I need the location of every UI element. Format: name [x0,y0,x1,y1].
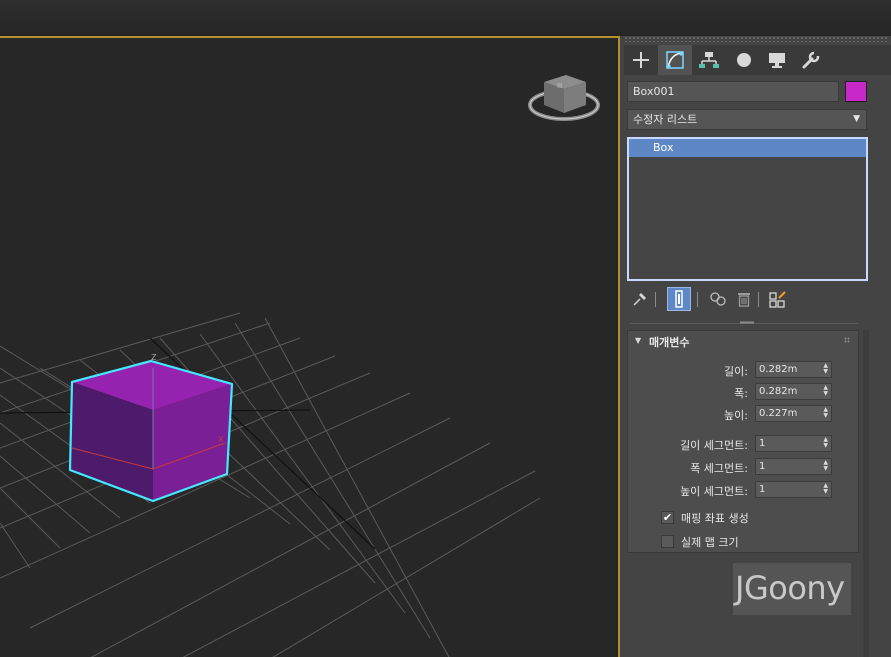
dropdown-arrow-icon: ▼ [853,114,860,124]
divider-grip[interactable] [740,321,754,324]
pin-stack-button[interactable] [628,287,652,311]
width-segments-value: 1 [759,461,766,472]
length-value: 0.282m [759,364,798,375]
make-unique-icon [710,292,726,306]
toolbar-separator [655,292,656,307]
width-spinner[interactable]: 0.282m ▲ ▼ [755,383,832,400]
parameters-rollout: ▼ 매개변수 길이: 0.282m ▲ ▼ 폭: 0.282m ▲ ▼ 높이: 0.… [627,330,859,553]
display-tab[interactable] [760,45,794,75]
real-world-map-size-label: 실제 맵 크기 [681,536,739,549]
perspective-viewport[interactable]: Z X ▤ [0,36,620,657]
panel-grip[interactable] [624,36,888,42]
toolbar-separator [758,292,759,307]
height-spinner[interactable]: 0.227m ▲ ▼ [755,405,832,422]
spinner-arrows-icon[interactable]: ▲ ▼ [823,483,828,495]
generate-mapping-coords-checkbox[interactable]: ✔ [661,511,674,524]
modifier-list-label: 수정자 리스트 [633,113,698,126]
length-label: 길이: [724,365,748,378]
view-cube[interactable]: ▤ [528,75,600,121]
show-end-result-icon [675,290,683,308]
viewport-scene: Z X ▤ [0,75,600,657]
spinner-arrows-icon[interactable]: ▲ ▼ [823,437,828,449]
svg-text:▤: ▤ [557,82,563,89]
modify-curve-icon [666,51,684,69]
stack-toolbar [628,287,868,313]
main-toolbar [0,0,891,37]
utilities-tab[interactable] [794,45,828,75]
width-label: 폭: [734,387,748,400]
ground-grid [0,312,541,657]
wrench-icon [802,51,820,69]
height-segments-spinner[interactable]: 1 ▲ ▼ [755,481,832,498]
width-segments-spinner[interactable]: 1 ▲ ▼ [755,458,832,475]
panel-scrollbar[interactable] [863,330,869,657]
height-segments-value: 1 [759,484,766,495]
command-panel: Box001 수정자 리스트 ▼ Box ▼ 매개변수 길이: 0.282m ▲… [620,36,891,657]
height-label: 높이: [724,409,748,422]
hierarchy-icon [699,52,719,68]
motion-tab[interactable] [726,45,760,75]
make-unique-button[interactable] [706,287,730,311]
height-value: 0.227m [759,408,798,419]
watermark: JGoony [733,563,851,615]
object-name-field[interactable]: Box001 [627,81,839,102]
svg-text:X: X [218,435,224,444]
remove-modifier-button[interactable] [732,287,756,311]
spinner-arrows-icon[interactable]: ▲ ▼ [823,385,828,397]
configure-modifier-sets-button[interactable] [766,287,790,311]
length-segments-value: 1 [759,438,766,449]
modifier-stack-list[interactable]: Box [627,137,868,281]
plus-icon [633,52,649,68]
create-tab[interactable] [624,45,658,75]
rollout-grip-icon [844,337,850,343]
command-panel-tabs [624,45,891,75]
display-monitor-icon [769,53,785,68]
motion-icon [737,53,751,67]
spinner-arrows-icon[interactable]: ▲ ▼ [823,363,828,375]
show-end-result-button[interactable] [667,287,691,311]
real-world-map-size-checkbox[interactable] [661,535,674,548]
pin-icon [633,293,646,306]
trash-icon [738,293,750,307]
object-color-swatch[interactable] [845,81,867,102]
rollout-header[interactable]: ▼ 매개변수 [628,331,858,351]
height-segments-label: 높이 세그먼트: [680,485,748,498]
toolbar-separator [697,292,698,307]
configure-sets-icon [769,291,786,308]
box-object[interactable]: Z X [68,353,234,503]
length-spinner[interactable]: 0.282m ▲ ▼ [755,361,832,378]
rollout-title: 매개변수 [649,336,690,349]
collapse-triangle-icon: ▼ [635,336,642,345]
width-value: 0.282m [759,386,798,397]
length-segments-label: 길이 세그먼트: [680,439,748,452]
stack-item-box[interactable]: Box [629,139,866,157]
width-segments-label: 폭 세그먼트: [690,462,748,475]
modifier-list-dropdown[interactable]: 수정자 리스트 ▼ [627,109,867,130]
hierarchy-tab[interactable] [692,45,726,75]
watermark-text: JGoony [735,569,845,607]
spinner-arrows-icon[interactable]: ▲ ▼ [823,460,828,472]
spinner-arrows-icon[interactable]: ▲ ▼ [823,407,828,419]
length-segments-spinner[interactable]: 1 ▲ ▼ [755,435,832,452]
svg-text:Z: Z [151,353,157,362]
modify-tab[interactable] [658,45,692,75]
generate-mapping-coords-label: 매핑 좌표 생성 [681,512,749,525]
